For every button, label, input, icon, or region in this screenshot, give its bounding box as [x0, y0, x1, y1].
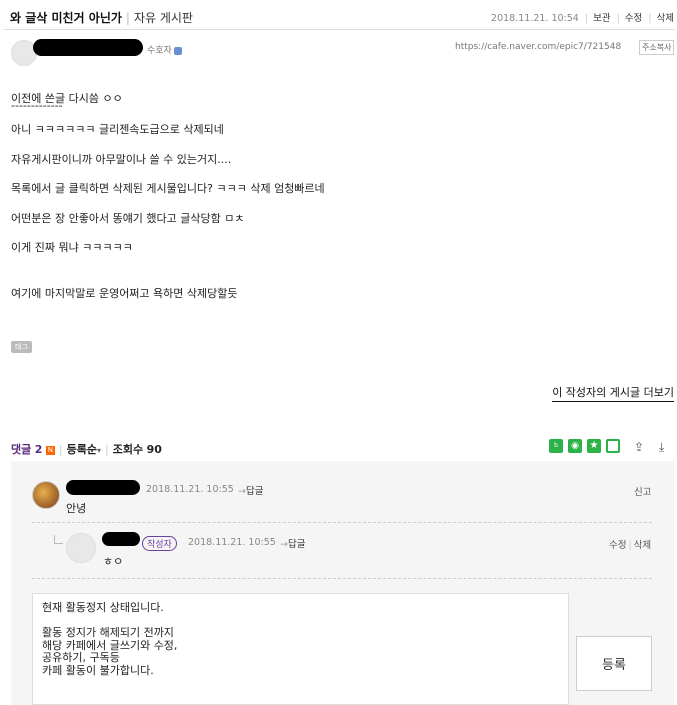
- delete-button[interactable]: 삭제: [657, 13, 674, 24]
- square-icon[interactable]: [606, 439, 620, 453]
- comment-text: ㅎㅇ: [103, 555, 124, 568]
- body-line: 여기에 마지막말로 운영어쩌고 욕하면 삭제당할듯: [11, 287, 238, 300]
- comment-date: 2018.11.21. 10:55: [146, 484, 234, 495]
- new-badge-icon: N: [45, 445, 55, 455]
- post-url: https://cafe.naver.com/epic7/721548: [455, 42, 622, 52]
- body-line: 어떤분은 장 안좋아서 똥얘기 했다고 글삭당함 ㅁㅊ: [11, 212, 245, 225]
- body-line: 이게 진짜 뭐냐 ㅋㅋㅋㅋㅋ: [11, 241, 133, 254]
- sort-dropdown[interactable]: 등록순: [67, 443, 97, 456]
- reply-label: 답글: [245, 486, 264, 497]
- reply-button[interactable]: →답글: [238, 483, 263, 497]
- body-line: 아니 ㅋㅋㅋㅋㅋㅋ 글리젠속도급으로 삭제되네: [11, 123, 224, 136]
- comment-edit-delete: 수정 | 삭제: [609, 540, 652, 551]
- share-icon[interactable]: ⇪: [634, 440, 644, 454]
- commenter-name-redaction: [102, 532, 140, 546]
- body-line: 자유게시판이니까 아무말이나 쓸 수 있는거지....: [11, 153, 232, 166]
- post-meta: 2018.11.21. 10:54 | 보관 | 수정 | 삭제: [491, 13, 674, 24]
- views-label: 조회수: [112, 443, 144, 456]
- reply-indent-icon: [54, 535, 63, 544]
- commenter-avatar[interactable]: [32, 481, 60, 509]
- comment-input[interactable]: 현재 활동정지 상태입니다. 활동 정지가 해제되기 전까지 해당 카페에서 글…: [32, 593, 569, 705]
- board-name[interactable]: 자유 게시판: [134, 11, 193, 25]
- copy-url-button[interactable]: 주소복사: [639, 40, 675, 55]
- post-title-line: 와 글삭 미친거 아닌가 | 자유 게시판: [10, 11, 193, 25]
- comment-text: 안녕: [66, 502, 87, 515]
- commenter-avatar[interactable]: [66, 533, 96, 563]
- grade-label: 수호자: [147, 46, 172, 56]
- views-count: 90: [146, 443, 162, 456]
- chevron-down-icon: ▾: [97, 446, 102, 455]
- star-icon[interactable]: ★: [587, 439, 601, 453]
- body-line: 목록에서 글 클릭하면 삭제된 게시물입니다? ㅋㅋㅋ 삭제 엄청빠르네: [11, 182, 325, 195]
- comment-date: 2018.11.21. 10:55: [188, 537, 276, 548]
- comment-edit-button[interactable]: 수정: [609, 540, 626, 551]
- band-icon[interactable]: b: [549, 439, 563, 453]
- comment-count: 2: [34, 443, 43, 456]
- tag-icon: 태그: [11, 341, 32, 353]
- commenter-name-redaction: [66, 480, 140, 495]
- divider: [32, 578, 652, 580]
- post-title: 와 글삭 미친거 아닌가: [10, 11, 122, 25]
- more-posts-link[interactable]: 이 작성자의 게시글 더보기: [552, 384, 674, 402]
- divider: [32, 522, 652, 524]
- reply-label: 답글: [287, 539, 306, 550]
- post-date: 2018.11.21. 10:54: [491, 13, 579, 24]
- grade-badge-icon: [173, 46, 182, 55]
- comments-bar: 댓글 2 N | 등록순▾ | 조회수 90: [11, 443, 162, 456]
- writer-badge: 작성자: [142, 536, 177, 551]
- line-icon[interactable]: ◉: [568, 439, 582, 453]
- download-icon[interactable]: ⤓: [659, 440, 664, 455]
- reply-button[interactable]: →답글: [280, 536, 305, 550]
- comments-label[interactable]: 댓글: [11, 443, 31, 456]
- divider: [4, 29, 675, 30]
- author-name-redaction: [33, 39, 143, 56]
- save-button[interactable]: 보관: [593, 13, 610, 24]
- edit-button[interactable]: 수정: [625, 13, 642, 24]
- submit-button[interactable]: 등록: [576, 636, 652, 691]
- body-line: -------------: [11, 99, 63, 112]
- report-button[interactable]: 신고: [634, 484, 651, 498]
- author-grade: 수호자: [147, 43, 182, 56]
- comment-delete-button[interactable]: 삭제: [634, 540, 651, 551]
